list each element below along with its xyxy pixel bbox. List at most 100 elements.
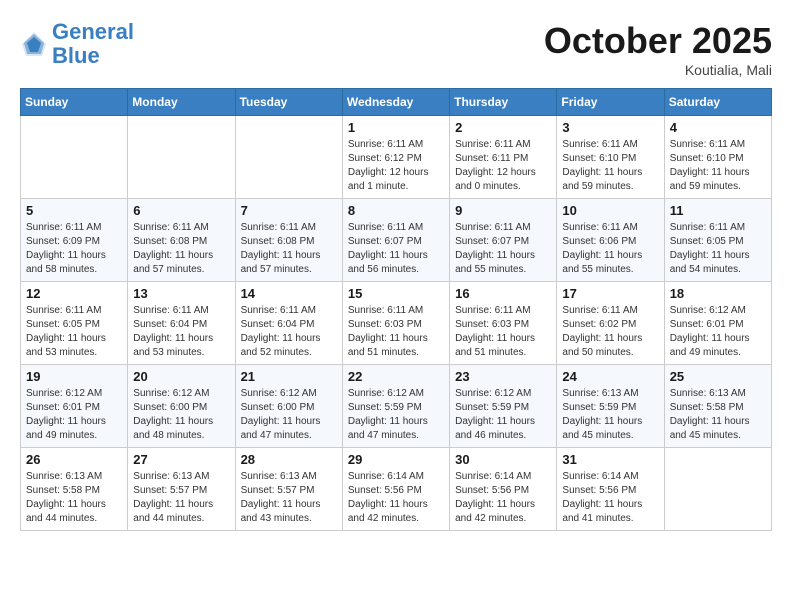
weekday-header: Wednesday bbox=[342, 89, 449, 116]
day-number: 4 bbox=[670, 120, 766, 135]
day-info: Sunrise: 6:14 AMSunset: 5:56 PMDaylight:… bbox=[562, 470, 658, 526]
day-info: Sunrise: 6:11 AMSunset: 6:12 PMDaylight:… bbox=[348, 138, 444, 194]
calendar-cell: 25 Sunrise: 6:13 AMSunset: 5:58 PMDayligh… bbox=[664, 365, 771, 448]
day-number: 20 bbox=[133, 369, 229, 384]
title-area: October 2025 Koutialia, Mali bbox=[544, 20, 772, 78]
calendar-cell: 15 Sunrise: 6:11 AMSunset: 6:03 PMDayligh… bbox=[342, 282, 449, 365]
calendar-cell: 18 Sunrise: 6:12 AMSunset: 6:01 PMDayligh… bbox=[664, 282, 771, 365]
header: General Blue October 2025 Koutialia, Mal… bbox=[20, 20, 772, 78]
day-info: Sunrise: 6:12 AMSunset: 6:01 PMDaylight:… bbox=[670, 304, 766, 360]
day-info: Sunrise: 6:11 AMSunset: 6:02 PMDaylight:… bbox=[562, 304, 658, 360]
day-info: Sunrise: 6:11 AMSunset: 6:05 PMDaylight:… bbox=[26, 304, 122, 360]
day-number: 19 bbox=[26, 369, 122, 384]
day-info: Sunrise: 6:14 AMSunset: 5:56 PMDaylight:… bbox=[348, 470, 444, 526]
day-info: Sunrise: 6:11 AMSunset: 6:08 PMDaylight:… bbox=[133, 221, 229, 277]
weekday-header: Tuesday bbox=[235, 89, 342, 116]
calendar-cell: 5 Sunrise: 6:11 AMSunset: 6:09 PMDaylight… bbox=[21, 199, 128, 282]
day-info: Sunrise: 6:11 AMSunset: 6:10 PMDaylight:… bbox=[562, 138, 658, 194]
day-info: Sunrise: 6:12 AMSunset: 5:59 PMDaylight:… bbox=[348, 387, 444, 443]
day-number: 3 bbox=[562, 120, 658, 135]
calendar-cell: 11Sunrise: 6:11 AMSunset: 6:05 PMDayligh… bbox=[664, 199, 771, 282]
day-number: 23 bbox=[455, 369, 551, 384]
logo-line1: General bbox=[52, 19, 134, 44]
logo-line2: Blue bbox=[52, 43, 100, 68]
calendar-week-row: 19 Sunrise: 6:12 AMSunset: 6:01 PMDayligh… bbox=[21, 365, 772, 448]
day-info: Sunrise: 6:13 AMSunset: 5:58 PMDaylight:… bbox=[26, 470, 122, 526]
calendar-cell: 22Sunrise: 6:12 AMSunset: 5:59 PMDayligh… bbox=[342, 365, 449, 448]
day-info: Sunrise: 6:13 AMSunset: 5:57 PMDaylight:… bbox=[241, 470, 337, 526]
weekday-header: Thursday bbox=[450, 89, 557, 116]
weekday-header: Sunday bbox=[21, 89, 128, 116]
day-number: 5 bbox=[26, 203, 122, 218]
logo-icon bbox=[20, 30, 48, 58]
day-info: Sunrise: 6:13 AMSunset: 5:59 PMDaylight:… bbox=[562, 387, 658, 443]
calendar-cell bbox=[235, 116, 342, 199]
calendar-cell: 29 Sunrise: 6:14 AMSunset: 5:56 PMDayligh… bbox=[342, 448, 449, 531]
calendar-cell: 16 Sunrise: 6:11 AMSunset: 6:03 PMDayligh… bbox=[450, 282, 557, 365]
weekday-header: Monday bbox=[128, 89, 235, 116]
day-number: 18 bbox=[670, 286, 766, 301]
calendar-week-row: 12 Sunrise: 6:11 AMSunset: 6:05 PMDayligh… bbox=[21, 282, 772, 365]
day-number: 1 bbox=[348, 120, 444, 135]
day-number: 14 bbox=[241, 286, 337, 301]
calendar-week-row: 26Sunrise: 6:13 AMSunset: 5:58 PMDayligh… bbox=[21, 448, 772, 531]
day-info: Sunrise: 6:12 AMSunset: 6:00 PMDaylight:… bbox=[241, 387, 337, 443]
logo: General Blue bbox=[20, 20, 134, 68]
day-number: 25 bbox=[670, 369, 766, 384]
day-number: 29 bbox=[348, 452, 444, 467]
calendar-cell: 13Sunrise: 6:11 AMSunset: 6:04 PMDayligh… bbox=[128, 282, 235, 365]
day-info: Sunrise: 6:14 AMSunset: 5:56 PMDaylight:… bbox=[455, 470, 551, 526]
day-number: 7 bbox=[241, 203, 337, 218]
calendar-week-row: 1 Sunrise: 6:11 AMSunset: 6:12 PMDaylight… bbox=[21, 116, 772, 199]
day-info: Sunrise: 6:11 AMSunset: 6:07 PMDaylight:… bbox=[455, 221, 551, 277]
calendar-cell: 4 Sunrise: 6:11 AMSunset: 6:10 PMDaylight… bbox=[664, 116, 771, 199]
day-info: Sunrise: 6:11 AMSunset: 6:06 PMDaylight:… bbox=[562, 221, 658, 277]
day-info: Sunrise: 6:11 AMSunset: 6:10 PMDaylight:… bbox=[670, 138, 766, 194]
day-info: Sunrise: 6:13 AMSunset: 5:58 PMDaylight:… bbox=[670, 387, 766, 443]
month-title: October 2025 bbox=[544, 20, 772, 62]
calendar-cell: 27 Sunrise: 6:13 AMSunset: 5:57 PMDayligh… bbox=[128, 448, 235, 531]
day-number: 11 bbox=[670, 203, 766, 218]
day-info: Sunrise: 6:12 AMSunset: 6:01 PMDaylight:… bbox=[26, 387, 122, 443]
day-number: 15 bbox=[348, 286, 444, 301]
day-number: 17 bbox=[562, 286, 658, 301]
day-number: 27 bbox=[133, 452, 229, 467]
calendar-cell: 10 Sunrise: 6:11 AMSunset: 6:06 PMDayligh… bbox=[557, 199, 664, 282]
day-number: 2 bbox=[455, 120, 551, 135]
calendar-cell bbox=[664, 448, 771, 531]
calendar-cell: 30 Sunrise: 6:14 AMSunset: 5:56 PMDayligh… bbox=[450, 448, 557, 531]
calendar-cell: 28Sunrise: 6:13 AMSunset: 5:57 PMDayligh… bbox=[235, 448, 342, 531]
weekday-header: Saturday bbox=[664, 89, 771, 116]
calendar-cell: 1 Sunrise: 6:11 AMSunset: 6:12 PMDaylight… bbox=[342, 116, 449, 199]
day-number: 8 bbox=[348, 203, 444, 218]
calendar-cell: 17 Sunrise: 6:11 AMSunset: 6:02 PMDayligh… bbox=[557, 282, 664, 365]
calendar-cell: 3 Sunrise: 6:11 AMSunset: 6:10 PMDaylight… bbox=[557, 116, 664, 199]
day-number: 31 bbox=[562, 452, 658, 467]
day-info: Sunrise: 6:12 AMSunset: 5:59 PMDaylight:… bbox=[455, 387, 551, 443]
day-number: 30 bbox=[455, 452, 551, 467]
day-info: Sunrise: 6:12 AMSunset: 6:00 PMDaylight:… bbox=[133, 387, 229, 443]
calendar-cell: 31 Sunrise: 6:14 AMSunset: 5:56 PMDayligh… bbox=[557, 448, 664, 531]
calendar-cell: 6Sunrise: 6:11 AMSunset: 6:08 PMDaylight… bbox=[128, 199, 235, 282]
day-number: 21 bbox=[241, 369, 337, 384]
calendar-cell: 12 Sunrise: 6:11 AMSunset: 6:05 PMDayligh… bbox=[21, 282, 128, 365]
weekday-header-row: SundayMondayTuesdayWednesdayThursdayFrid… bbox=[21, 89, 772, 116]
day-info: Sunrise: 6:13 AMSunset: 5:57 PMDaylight:… bbox=[133, 470, 229, 526]
day-number: 10 bbox=[562, 203, 658, 218]
logo-text: General Blue bbox=[52, 20, 134, 68]
calendar-cell: 9Sunrise: 6:11 AMSunset: 6:07 PMDaylight… bbox=[450, 199, 557, 282]
calendar-cell bbox=[128, 116, 235, 199]
day-info: Sunrise: 6:11 AMSunset: 6:09 PMDaylight:… bbox=[26, 221, 122, 277]
calendar: SundayMondayTuesdayWednesdayThursdayFrid… bbox=[20, 88, 772, 531]
day-info: Sunrise: 6:11 AMSunset: 6:03 PMDaylight:… bbox=[455, 304, 551, 360]
calendar-cell: 7 Sunrise: 6:11 AMSunset: 6:08 PMDaylight… bbox=[235, 199, 342, 282]
day-info: Sunrise: 6:11 AMSunset: 6:08 PMDaylight:… bbox=[241, 221, 337, 277]
day-number: 16 bbox=[455, 286, 551, 301]
day-info: Sunrise: 6:11 AMSunset: 6:11 PMDaylight:… bbox=[455, 138, 551, 194]
day-info: Sunrise: 6:11 AMSunset: 6:03 PMDaylight:… bbox=[348, 304, 444, 360]
day-info: Sunrise: 6:11 AMSunset: 6:04 PMDaylight:… bbox=[241, 304, 337, 360]
day-number: 24 bbox=[562, 369, 658, 384]
day-number: 12 bbox=[26, 286, 122, 301]
location: Koutialia, Mali bbox=[544, 62, 772, 78]
calendar-cell: 19 Sunrise: 6:12 AMSunset: 6:01 PMDayligh… bbox=[21, 365, 128, 448]
